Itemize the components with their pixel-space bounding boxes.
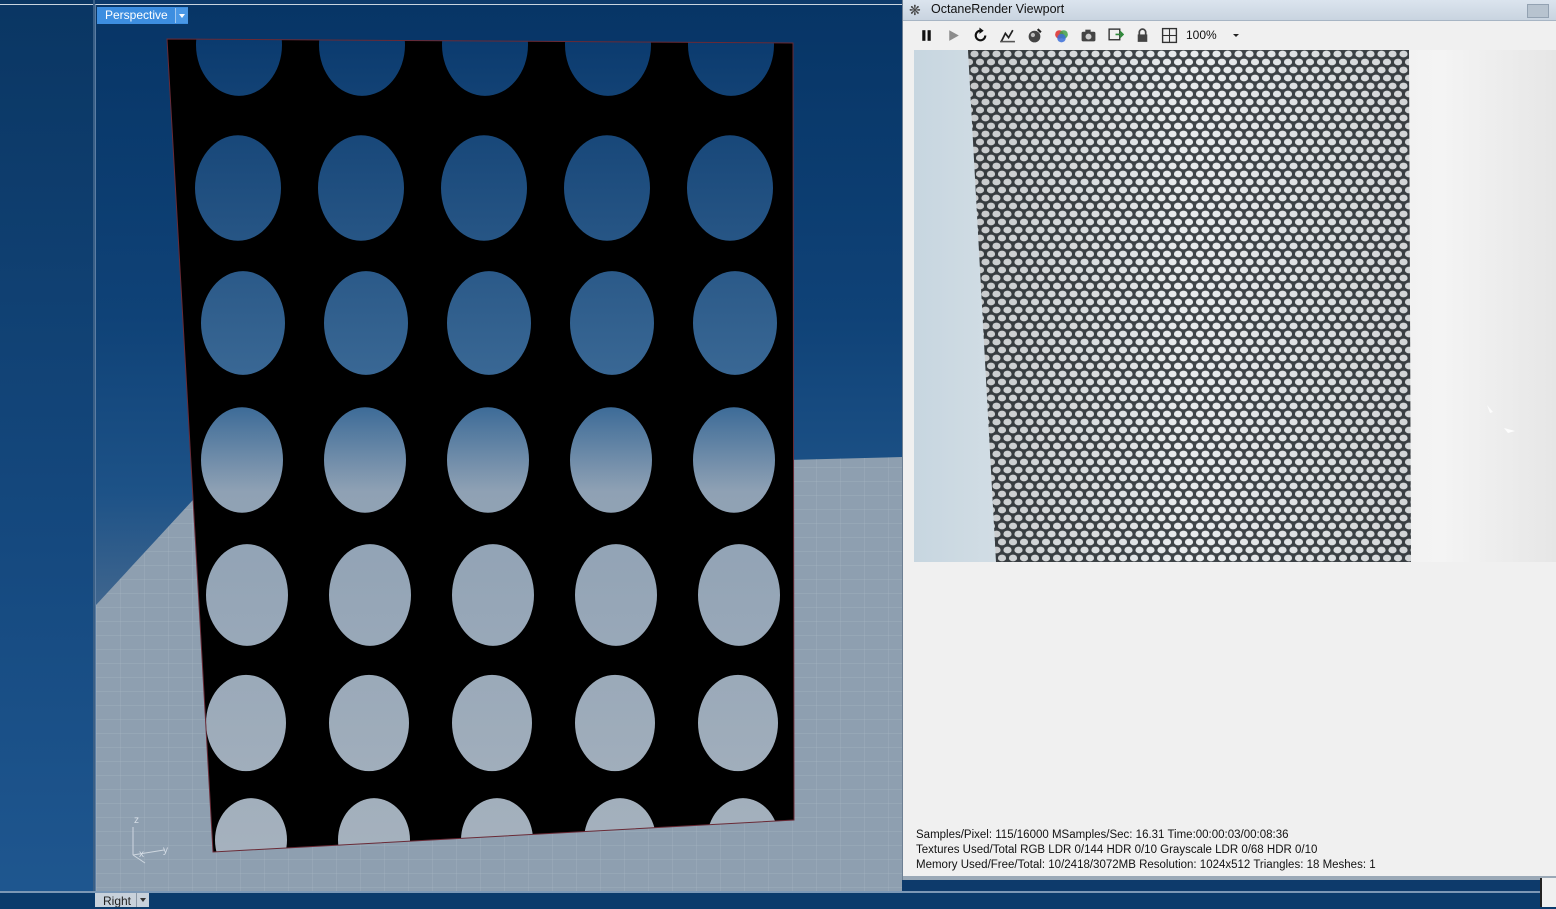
octane-title-bar[interactable]: ❋ OctaneRender Viewport [903,0,1556,21]
material-picker-icon[interactable] [1023,24,1045,46]
window-edge [1540,878,1556,907]
stats-memory: Memory Used/Free/Total: 10/2418/3072MB R… [916,859,1376,871]
bottom-viewport-strip [0,891,1556,909]
octane-viewport-window[interactable]: ❋ OctaneRender Viewport 100% Samples/Pix… [902,0,1556,880]
divider [0,4,93,5]
chevron-down-icon[interactable] [174,8,188,23]
perspective-tab-label: Perspective [105,8,168,22]
render-stats: Samples/Pixel: 115/16000 MSamples/Sec: 1… [916,828,1376,873]
camera-snapshot-icon[interactable] [1077,24,1099,46]
zoom-value: 100% [1186,28,1217,42]
lock-icon[interactable] [1131,24,1153,46]
right-viewport-tab[interactable]: Right [95,893,150,907]
gear-icon[interactable]: ❋ [909,2,921,19]
axis-label-x: x [139,849,144,860]
pause-icon[interactable] [915,24,937,46]
left-panel [0,0,95,907]
zoom-select[interactable]: 100% [1183,25,1245,45]
chevron-down-icon[interactable] [1233,34,1239,37]
octane-title: OctaneRender Viewport [931,2,1065,16]
stats-textures: Textures Used/Total RGB LDR 0/144 HDR 0/… [916,844,1318,856]
color-picker-icon[interactable] [1050,24,1072,46]
axis-label-y: y [163,845,168,856]
chevron-down-icon[interactable] [136,893,149,907]
window-bottom-border [903,876,1556,880]
export-icon[interactable] [1104,24,1126,46]
perspective-viewport[interactable]: Perspective z x y [95,4,902,892]
render-region-icon[interactable] [996,24,1018,46]
viewport-scene [96,38,902,892]
stats-samples: Samples/Pixel: 115/16000 MSamples/Sec: 1… [916,829,1289,841]
render-preview[interactable] [914,50,1556,562]
axis-label-z: z [134,815,139,826]
right-tab-label: Right [103,894,132,907]
render-image [968,50,1515,562]
perspective-tab[interactable]: Perspective [97,7,188,24]
perforated-panel [167,39,794,852]
layout-icon[interactable] [1158,24,1180,46]
play-icon[interactable] [942,24,964,46]
restart-icon[interactable] [969,24,991,46]
window-control[interactable] [1527,4,1549,18]
octane-toolbar: 100% [913,24,1553,46]
